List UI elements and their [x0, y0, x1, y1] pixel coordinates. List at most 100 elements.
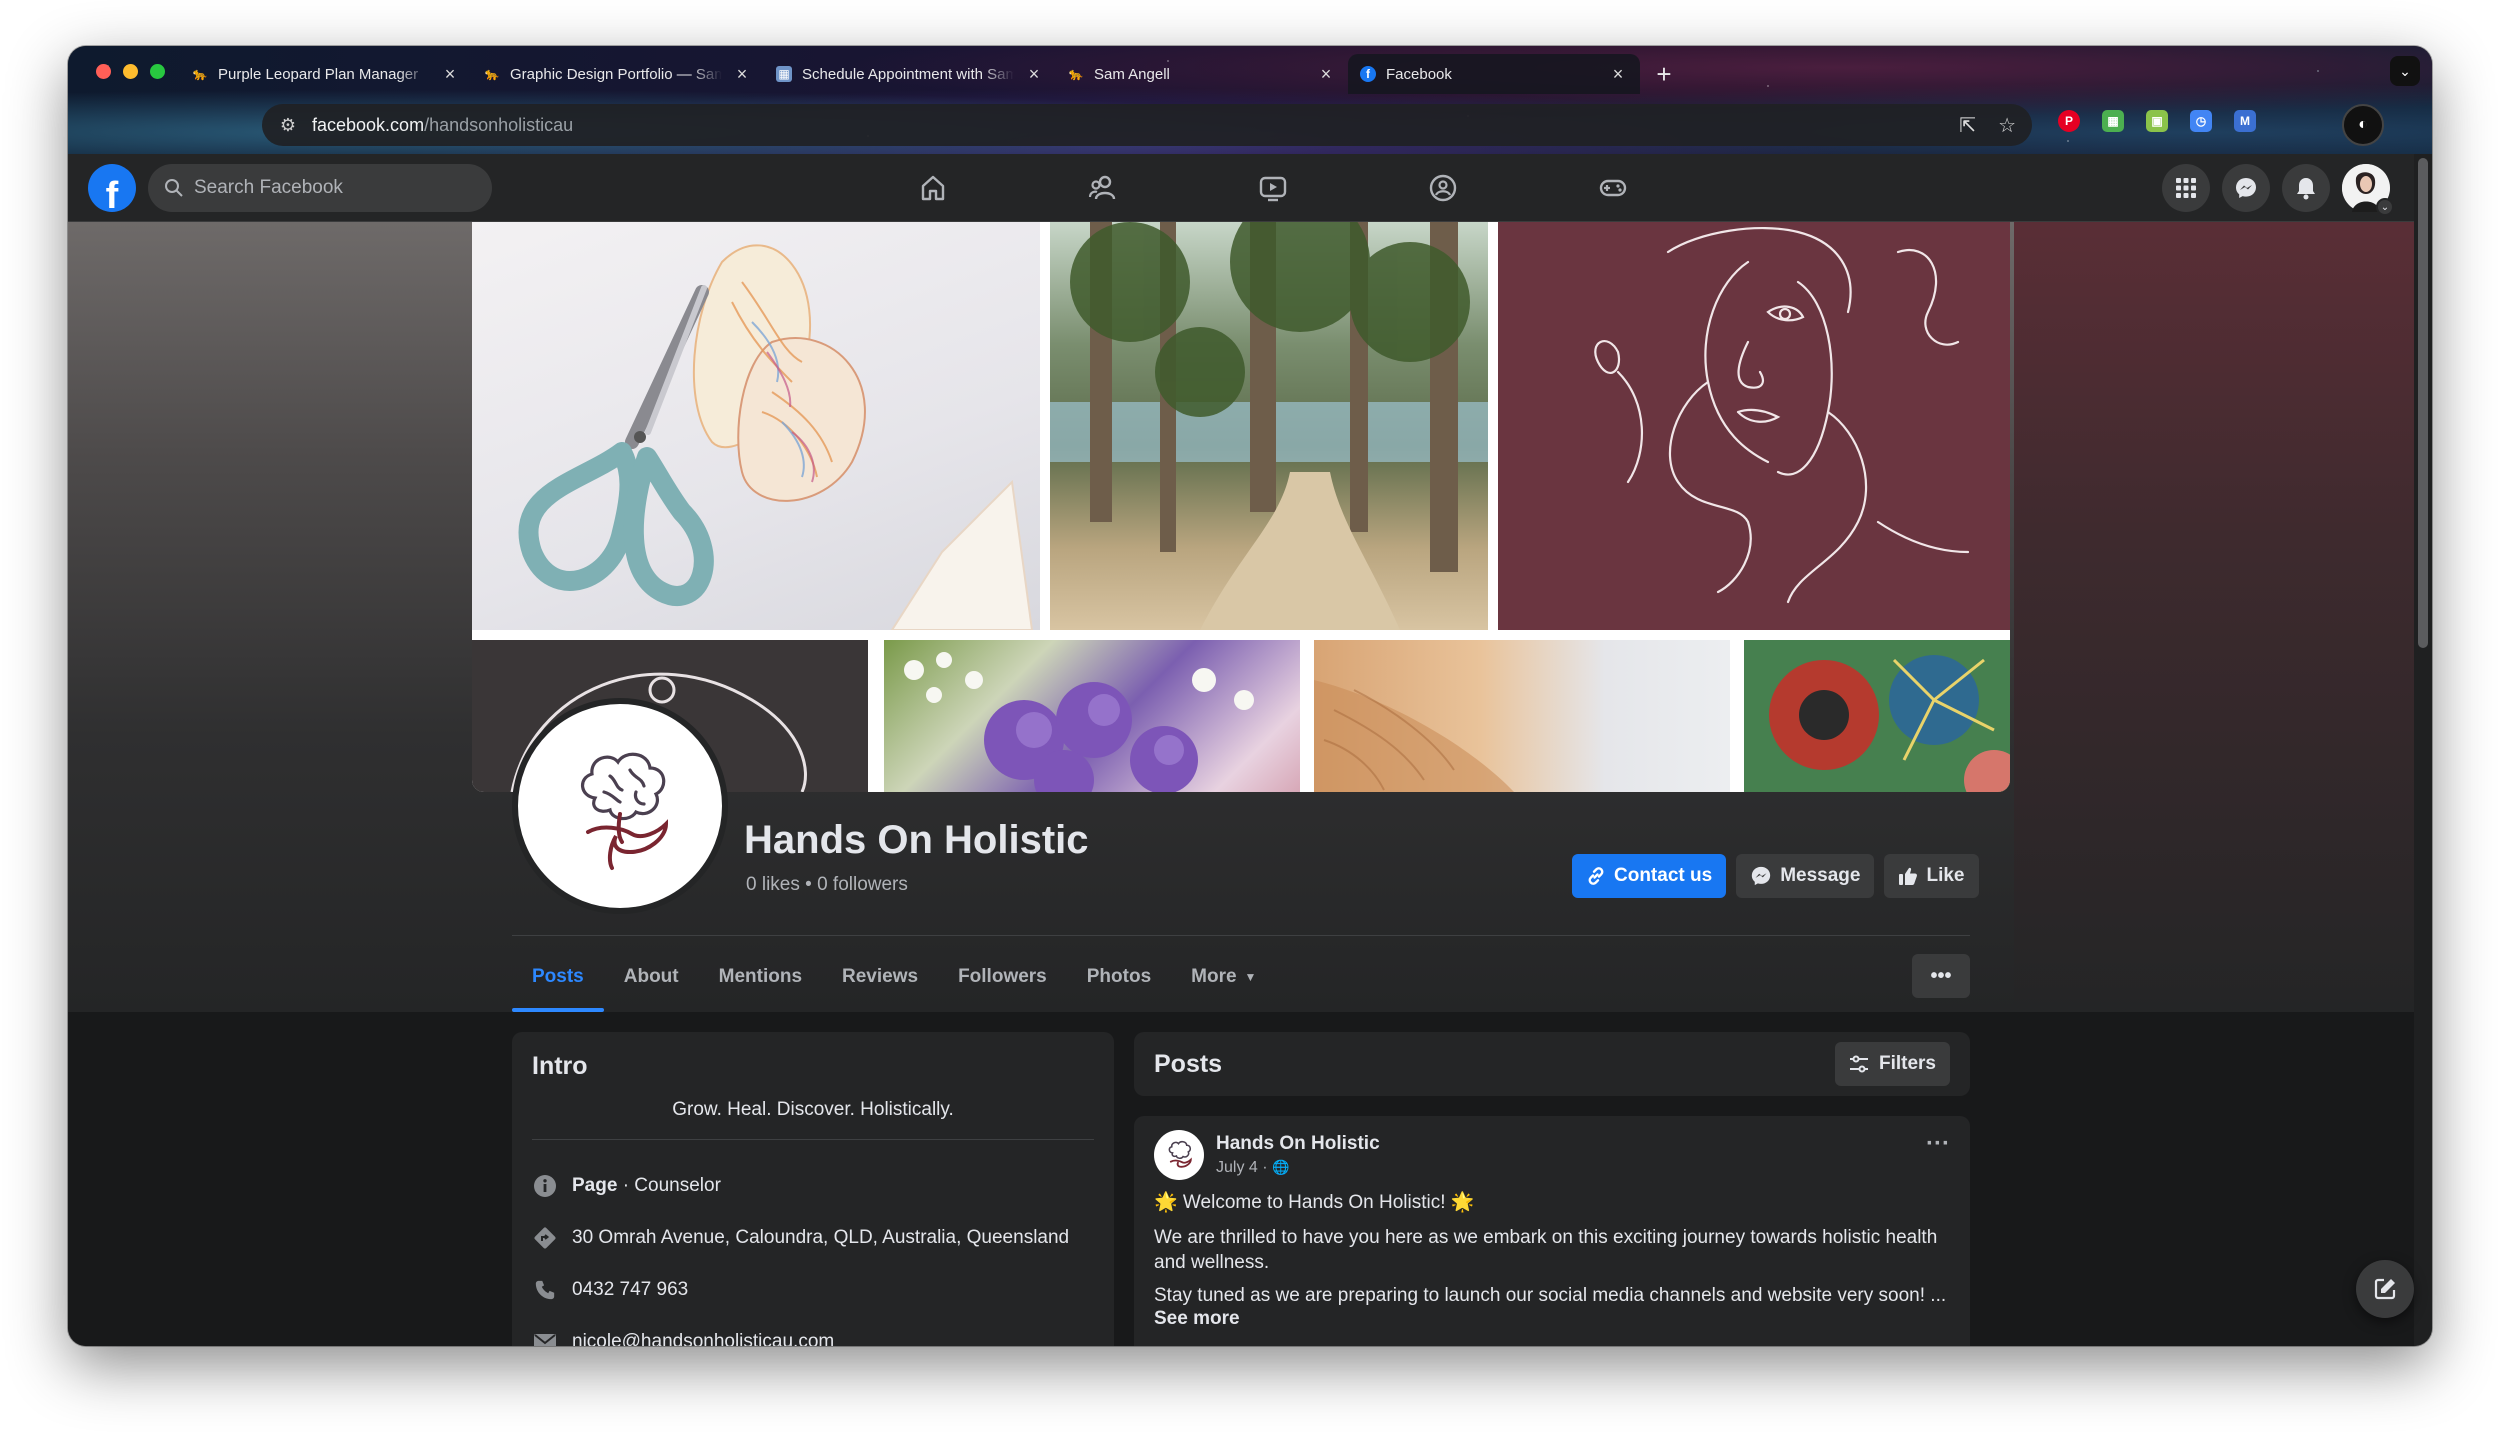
- directions-icon: [532, 1225, 558, 1251]
- new-tab-button[interactable]: +: [1644, 54, 1684, 94]
- gmail-icon[interactable]: M: [2234, 110, 2256, 132]
- address-text: 30 Omrah Avenue, Caloundra, QLD, Austral…: [572, 1227, 1070, 1248]
- post-date[interactable]: July 4 ·: [1216, 1159, 1272, 1176]
- maximize-window-button[interactable]: [150, 64, 165, 79]
- browser-tab-active[interactable]: f Facebook ×: [1348, 54, 1640, 94]
- cover-photo-collage[interactable]: [472, 222, 2010, 792]
- tab-title: Sam Angell: [1094, 65, 1170, 83]
- tab-title: Schedule Appointment with Sam: [802, 65, 1014, 83]
- intro-address-row[interactable]: 30 Omrah Avenue, Caloundra, QLD, Austral…: [532, 1212, 1094, 1264]
- nav-home[interactable]: [848, 154, 1018, 222]
- browser-chrome: 🐆 Purple Leopard Plan Manager × 🐆 Graphi…: [68, 46, 2432, 154]
- extensions-bar: P ▦ ▣ ◷ M: [2058, 110, 2256, 132]
- page-scrollbar[interactable]: [2414, 154, 2432, 1346]
- contact-us-button[interactable]: Contact us: [1572, 854, 1727, 898]
- open-in-app-icon[interactable]: ⇱: [1959, 113, 1976, 138]
- post-author[interactable]: Hands On Holistic: [1216, 1133, 1380, 1155]
- browser-window: 🐆 Purple Leopard Plan Manager × 🐆 Graphi…: [68, 46, 2432, 1346]
- chevron-down-icon[interactable]: ⌄: [2376, 198, 2394, 216]
- site-settings-icon[interactable]: ⚙: [278, 115, 298, 136]
- home-icon: [921, 175, 945, 201]
- messenger-button[interactable]: [2222, 164, 2270, 212]
- intro-card: Intro Grow. Heal. Discover. Holistically…: [512, 1032, 1114, 1346]
- nav-right-actions: ⌄: [2162, 164, 2394, 216]
- close-window-button[interactable]: [96, 64, 111, 79]
- close-tab-icon[interactable]: ×: [1316, 64, 1336, 84]
- nav-groups[interactable]: [1358, 154, 1528, 222]
- thumbs-up-icon: [1899, 867, 1918, 885]
- close-tab-icon[interactable]: ×: [732, 64, 752, 84]
- intro-email-row[interactable]: nicole@handsonholisticau.com: [532, 1316, 1094, 1346]
- contact-us-label: Contact us: [1614, 865, 1713, 886]
- post-text-line: Stay tuned as we are preparing to launch…: [1154, 1285, 1947, 1306]
- nav-friends[interactable]: [1018, 154, 1188, 222]
- photo-scissors-drawing: [472, 222, 1040, 630]
- facebook-page: Hands On Holistic 0 likes • 0 followers …: [68, 222, 2414, 1346]
- page-label: Page: [572, 1175, 618, 1196]
- tab-mentions[interactable]: Mentions: [699, 942, 822, 1012]
- main-nav: [848, 154, 1698, 222]
- search-input[interactable]: Search Facebook: [148, 164, 492, 212]
- tab-title: Facebook: [1386, 65, 1452, 83]
- facebook-logo-icon[interactable]: f: [88, 164, 136, 212]
- browser-tab[interactable]: 🐆 Purple Leopard Plan Manager ×: [180, 54, 472, 94]
- more-options-button[interactable]: •••: [1912, 954, 1970, 998]
- browser-tab[interactable]: 🐆 Sam Angell ×: [1056, 54, 1348, 94]
- address-bar[interactable]: ⚙ facebook.com/handsonholisticau ⇱ ☆: [262, 104, 2032, 146]
- leopard-icon: 🐆: [192, 67, 208, 81]
- notifications-button[interactable]: [2282, 164, 2330, 212]
- account-avatar[interactable]: ⌄: [2342, 164, 2394, 216]
- close-tab-icon[interactable]: ×: [1608, 64, 1628, 84]
- facebook-navbar: f Search Facebook ⌄: [68, 154, 2414, 222]
- filters-icon: [1849, 1055, 1868, 1073]
- facebook-icon: f: [1360, 66, 1376, 82]
- clock-icon[interactable]: ◷: [2190, 110, 2212, 132]
- compose-icon: [2374, 1278, 2396, 1300]
- message-button[interactable]: Message: [1736, 854, 1875, 898]
- profile-picture[interactable]: [512, 698, 728, 914]
- minimize-window-button[interactable]: [123, 64, 138, 79]
- intro-title: Intro: [532, 1052, 588, 1080]
- nav-gaming[interactable]: [1528, 154, 1698, 222]
- photo-flowers: [884, 640, 1300, 792]
- phone-text: 0432 747 963: [572, 1279, 689, 1300]
- tab-strip: 🐆 Purple Leopard Plan Manager × 🐆 Graphi…: [180, 54, 1684, 94]
- close-tab-icon[interactable]: ×: [440, 64, 460, 84]
- tab-title: Purple Leopard Plan Manager: [218, 65, 419, 83]
- browser-profile-avatar[interactable]: ◐: [2342, 104, 2384, 146]
- tab-photos[interactable]: Photos: [1067, 942, 1171, 1012]
- info-icon: [532, 1173, 558, 1199]
- post-text-line: We are thrilled to have you here as we e…: [1154, 1227, 1938, 1273]
- see-more-link[interactable]: See more: [1154, 1308, 1950, 1330]
- scrollbar-thumb[interactable]: [2418, 158, 2428, 648]
- save-icon[interactable]: ▣: [2146, 110, 2168, 132]
- menu-button[interactable]: [2162, 164, 2210, 212]
- message-label: Message: [1780, 865, 1861, 886]
- post-author-avatar[interactable]: [1154, 1130, 1204, 1180]
- email-icon: [532, 1329, 558, 1346]
- browser-tab[interactable]: 🐆 Graphic Design Portfolio — Sam ×: [472, 54, 764, 94]
- photo-painting: [1744, 640, 2010, 792]
- close-tab-icon[interactable]: ×: [1024, 64, 1044, 84]
- tab-about[interactable]: About: [604, 942, 699, 1012]
- browser-tab[interactable]: ▦ Schedule Appointment with Sam ×: [764, 54, 1056, 94]
- filters-label: Filters: [1878, 1053, 1936, 1074]
- pinterest-icon[interactable]: P: [2058, 110, 2080, 132]
- nav-watch[interactable]: [1188, 154, 1358, 222]
- filters-button[interactable]: Filters: [1834, 1042, 1950, 1086]
- messenger-icon: [2236, 178, 2256, 198]
- friends-icon: [1088, 175, 1116, 200]
- new-message-button[interactable]: [2356, 1260, 2414, 1318]
- like-button[interactable]: Like: [1884, 854, 1979, 898]
- bookmark-star-icon[interactable]: ☆: [1998, 113, 2016, 138]
- url-text[interactable]: facebook.com/handsonholisticau: [312, 115, 573, 136]
- tab-posts[interactable]: Posts: [512, 942, 604, 1012]
- intro-phone-row[interactable]: 0432 747 963: [532, 1264, 1094, 1316]
- tab-reviews[interactable]: Reviews: [822, 942, 938, 1012]
- sheets-icon[interactable]: ▦: [2102, 110, 2124, 132]
- tab-search-button[interactable]: ⌄: [2390, 56, 2420, 86]
- tab-more[interactable]: More ▼: [1171, 942, 1276, 1012]
- post-options-button[interactable]: ···: [1926, 1130, 1950, 1158]
- tab-followers[interactable]: Followers: [938, 942, 1067, 1012]
- header-tint: [2014, 222, 2414, 1012]
